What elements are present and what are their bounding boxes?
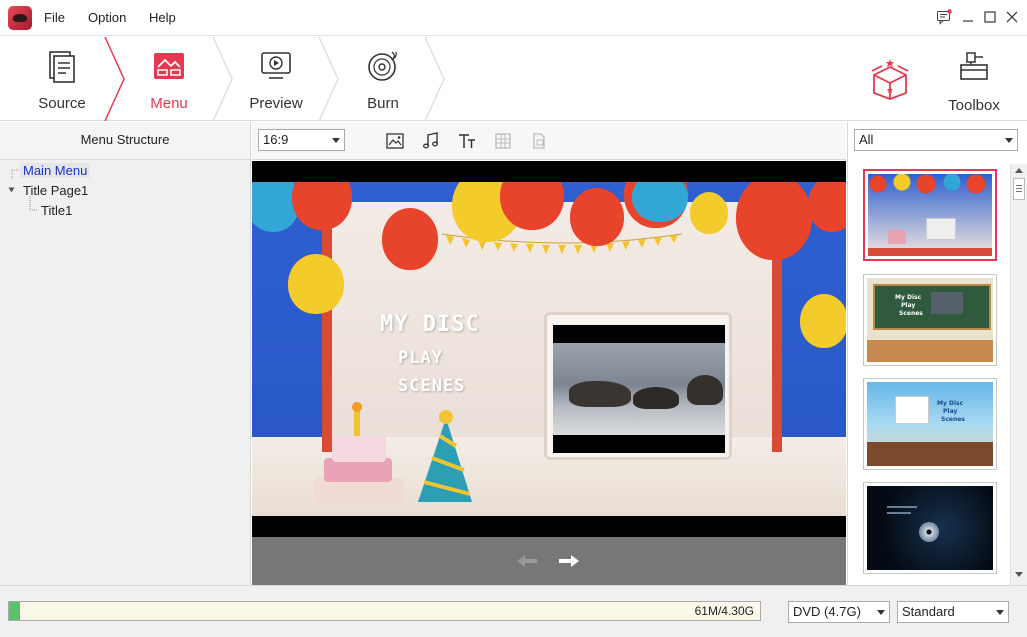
template-text: Play (943, 408, 958, 415)
quality-value: Standard (902, 604, 955, 619)
step-menu-label: Menu (150, 95, 188, 112)
step-divider (318, 37, 339, 121)
status-bar: 61M/4.30G DVD (4.7G) Standard (0, 585, 1027, 637)
step-burn[interactable]: Burn (344, 37, 422, 121)
chapter-icon (495, 133, 511, 149)
menu-help[interactable]: Help (149, 10, 176, 25)
menu-play-text[interactable]: PLAY (398, 348, 443, 368)
menu-scenes-text[interactable]: SCENES (398, 376, 465, 396)
arrow-right-icon[interactable] (558, 554, 580, 568)
step-burn-label: Burn (367, 95, 399, 112)
step-source[interactable]: Source (20, 37, 104, 121)
chevron-down-icon (996, 610, 1004, 615)
arrow-left-icon[interactable] (516, 554, 538, 568)
template-panel: All My Disc Play Scenes My Disc Play Sce… (847, 122, 1027, 585)
aspect-ratio-select[interactable]: 16:9 (258, 129, 345, 151)
template-text: My Disc (937, 400, 964, 407)
chevron-down-icon (877, 610, 885, 615)
quality-select[interactable]: Standard (897, 601, 1009, 623)
menu-video-frame[interactable] (544, 312, 732, 460)
minimize-icon[interactable] (960, 9, 976, 25)
preview-play-icon (261, 52, 291, 79)
step-preview-label: Preview (249, 95, 303, 112)
music-icon[interactable] (421, 131, 441, 151)
video-thumbnail (553, 325, 725, 453)
template-text: Scenes (941, 416, 965, 423)
step-divider (424, 37, 445, 121)
disc-type-value: DVD (4.7G) (793, 604, 861, 619)
step-divider (212, 37, 233, 121)
text-icon[interactable] (457, 131, 477, 151)
chevron-down-icon (332, 138, 340, 143)
copy-icon (533, 133, 545, 149)
menu-structure-title: Menu Structure (0, 122, 250, 160)
menu-structure-panel: Menu Structure Main Menu Title Page1 Tit… (0, 122, 251, 585)
template-text: Play (901, 302, 916, 309)
burn-disc-icon (368, 51, 397, 81)
toolbox-icon (960, 52, 988, 80)
tree-item-main-menu[interactable]: Main Menu (20, 163, 91, 178)
menu-title-text[interactable]: MY DISC (380, 312, 480, 337)
scroll-up-icon[interactable] (1014, 166, 1024, 174)
template-filter-select[interactable]: All (854, 129, 1018, 151)
tree-item-title-page1[interactable]: Title Page1 (23, 183, 88, 198)
menu-option[interactable]: Option (88, 10, 126, 25)
image-icon[interactable] (385, 131, 405, 151)
chevron-down-icon (1005, 138, 1013, 143)
template-scrollbar[interactable] (1010, 164, 1027, 585)
template-thumb-classroom[interactable]: My Disc Play Scenes (863, 274, 997, 366)
disc-type-select[interactable]: DVD (4.7G) (788, 601, 890, 623)
template-filter-value: All (859, 132, 874, 147)
menu-file[interactable]: File (44, 10, 65, 25)
birthday-menu-scene: MY DISC PLAY SCENES (252, 182, 846, 516)
template-text: Scenes (899, 310, 923, 317)
step-menu[interactable]: Menu (128, 37, 210, 121)
source-document-icon (49, 51, 75, 83)
tree-item-title1[interactable]: Title1 (41, 203, 72, 218)
toolbox-label: Toolbox (948, 97, 1000, 114)
toolbox-button[interactable]: Toolbox (940, 37, 1008, 121)
template-thumb-dark-disc[interactable] (863, 482, 997, 574)
feedback-icon[interactable] (936, 9, 952, 25)
step-preview[interactable]: Preview (236, 37, 316, 121)
app-logo (8, 6, 32, 30)
disc-usage-fill (9, 602, 20, 620)
scroll-down-icon[interactable] (1014, 571, 1024, 579)
menu-image-icon (154, 53, 184, 79)
editor-toolbar: 16:9 (252, 122, 846, 160)
step-toolbar: Source Menu Preview Burn Toolbox (0, 37, 1027, 121)
gift-box-icon[interactable] (870, 57, 910, 101)
disc-usage-bar: 61M/4.30G (8, 601, 761, 621)
template-thumb-beach[interactable]: My Disc Play Scenes (863, 378, 997, 470)
scrollbar-thumb[interactable] (1013, 178, 1025, 200)
step-source-label: Source (38, 95, 86, 112)
menu-preview[interactable]: MY DISC PLAY SCENES (252, 161, 846, 537)
title-bar: File Option Help (0, 0, 1027, 36)
close-icon[interactable] (1004, 9, 1020, 25)
template-thumb-birthday[interactable] (863, 169, 997, 261)
disc-usage-text: 61M/4.30G (694, 604, 754, 618)
template-text: My Disc (895, 294, 922, 301)
aspect-ratio-value: 16:9 (263, 132, 289, 147)
maximize-icon[interactable] (982, 9, 998, 25)
preview-nav-bar (252, 537, 846, 585)
step-divider (104, 37, 125, 121)
